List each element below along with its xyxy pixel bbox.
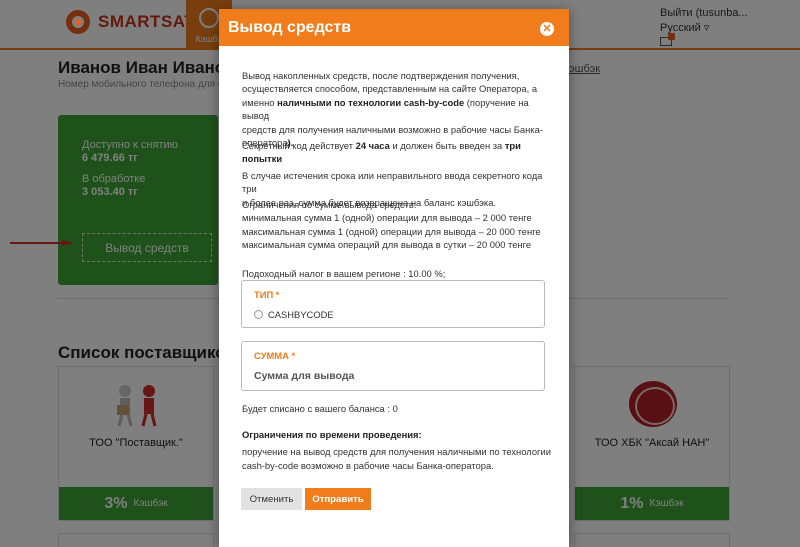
close-icon[interactable]: ✕ xyxy=(540,22,554,36)
time-limits-line: поручение на вывод средств для получения… xyxy=(242,446,551,458)
type-label: ТИП * xyxy=(254,289,280,300)
modal-header: Вывод средств ✕ xyxy=(219,9,569,46)
amount-limits: Ограничения по сумме вывода средств: мин… xyxy=(242,198,552,252)
limits-title: Ограничения по сумме вывода средств: xyxy=(242,199,417,210)
radio-icon[interactable] xyxy=(254,310,263,319)
debited-amount: Будет списано с вашего баланса : 0 xyxy=(242,403,398,414)
description-line: средств для получения наличными возможно… xyxy=(242,123,543,135)
submit-button[interactable]: Отправить xyxy=(305,488,371,510)
withdraw-description: Вывод накопленных средств, после подтвер… xyxy=(242,69,552,149)
amount-input[interactable] xyxy=(254,368,524,384)
description-line: именно наличными по технологии cash-by-c… xyxy=(242,96,552,123)
time-limits: Ограничения по времени проведения: поруч… xyxy=(242,428,552,472)
text-bold: наличными по технологии cash-by-code xyxy=(277,96,465,108)
cancel-button[interactable]: Отменить xyxy=(241,488,302,510)
amount-label: СУММА * xyxy=(254,350,296,361)
tax-info: Подоходный налог в вашем регионе : 10.00… xyxy=(242,268,446,279)
description-line: В случае истечения срока или неправильно… xyxy=(242,170,543,195)
modal-title: Вывод средств xyxy=(228,19,352,36)
text-span: именно xyxy=(242,96,278,108)
withdraw-modal: Вывод средств ✕ Вывод накопленных средст… xyxy=(219,9,569,547)
text-bold: 24 часа xyxy=(355,140,390,151)
limit-line: максимальная сумма операций для вывода в… xyxy=(242,239,532,251)
amount-field: СУММА * xyxy=(241,341,545,391)
limit-line: максимальная сумма 1 (одной) операции дл… xyxy=(242,225,541,237)
description-line: Вывод накопленных средств, после подтвер… xyxy=(242,70,520,81)
description-line: Секретный код действует 24 часа и должен… xyxy=(242,139,552,166)
type-option-label[interactable]: CASHBYCODE xyxy=(268,309,334,320)
type-field: ТИП * CASHBYCODE xyxy=(241,280,545,328)
time-limits-line: cash-by-code возможно в рабочие часы Бан… xyxy=(242,459,494,471)
time-limits-title: Ограничения по времени проведения: xyxy=(242,429,422,440)
text-span: и должен быть введен за xyxy=(389,140,505,151)
description-line: осуществляется способом, представленным … xyxy=(242,83,538,95)
limit-line: минимальная сумма 1 (одной) операции для… xyxy=(242,212,532,224)
text-span: Секретный код действует xyxy=(242,140,356,151)
